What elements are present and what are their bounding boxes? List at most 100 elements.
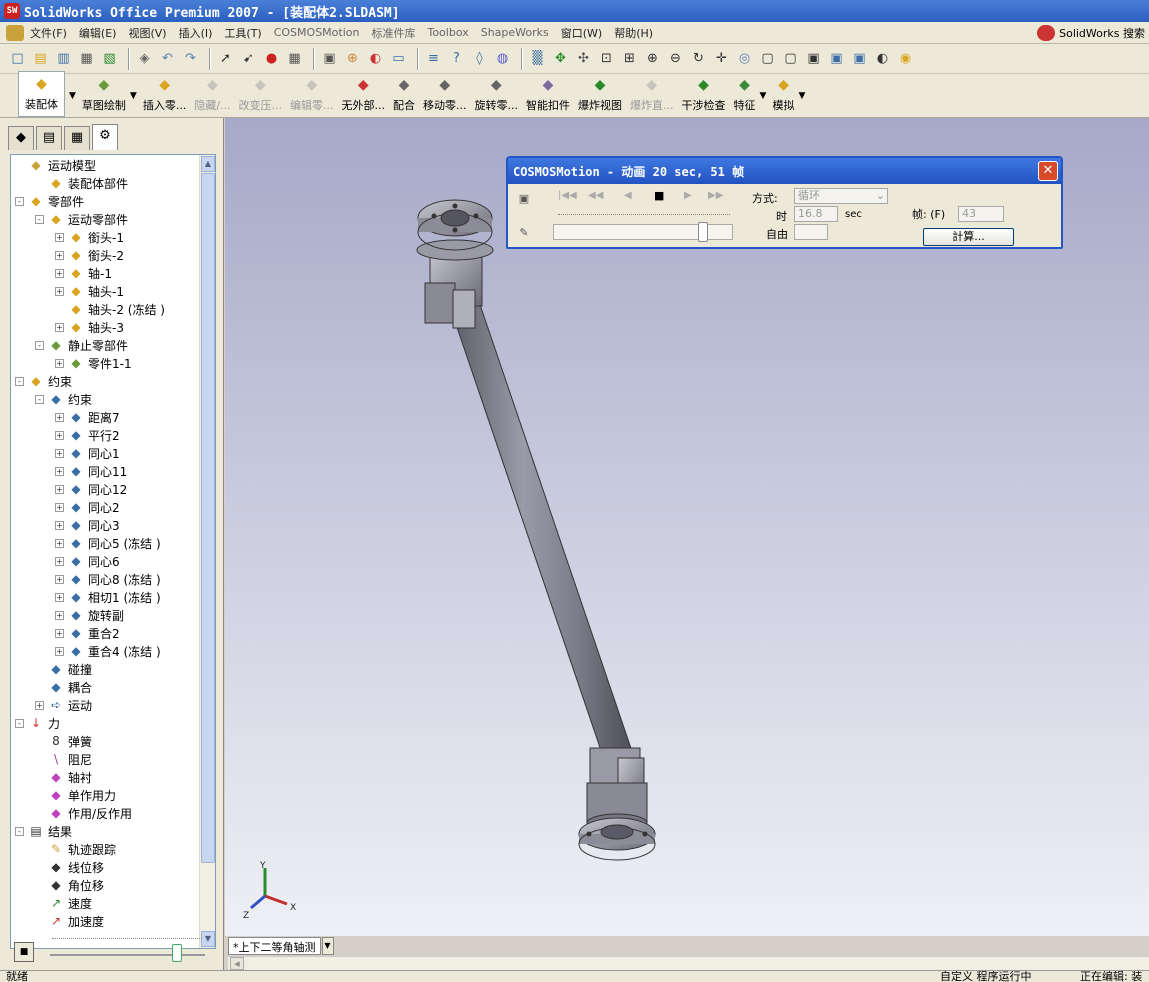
tree-item[interactable]: ◆ 作用/反作用	[35, 804, 132, 822]
scroll-up-button[interactable]: ▲	[201, 156, 215, 172]
stop-icon[interactable]: ■	[654, 189, 664, 202]
expand-icon[interactable]: +	[55, 520, 64, 530]
traffic-light-icon[interactable]: ●	[262, 49, 281, 68]
tree-item[interactable]: + ◆ 同心3	[55, 516, 120, 534]
expand-icon[interactable]: +	[55, 484, 64, 494]
expand-icon[interactable]: +	[55, 232, 64, 242]
zoom-area-icon[interactable]: ⊞	[620, 49, 639, 68]
chevron-down-icon[interactable]: ▼	[760, 91, 767, 101]
menu-item[interactable]: 工具(T)	[224, 25, 261, 41]
shaded-icon[interactable]: ▣	[827, 49, 846, 68]
front-view-icon[interactable]: ▢	[758, 49, 777, 68]
expand-icon[interactable]: +	[55, 538, 64, 548]
save-icon[interactable]: ▥	[54, 49, 73, 68]
expand-icon[interactable]: +	[55, 448, 64, 458]
slider-thumb[interactable]	[172, 944, 182, 962]
insert-part-command[interactable]: ◆ 插入零...	[143, 75, 187, 117]
zoom-in-icon[interactable]: ⊕	[643, 49, 662, 68]
tree-item[interactable]: ◆ 单作用力	[35, 786, 116, 804]
rewind-start-icon[interactable]: |◀◀	[558, 190, 577, 201]
tree-item[interactable]: + ◆ 零件1-1	[55, 354, 132, 372]
solidworks-menu-icon[interactable]	[6, 24, 24, 41]
frame-slider-thumb[interactable]	[698, 222, 708, 242]
free-field[interactable]	[794, 224, 828, 240]
bottom-universal-joint[interactable]	[578, 747, 656, 861]
expand-icon[interactable]: +	[35, 700, 44, 710]
tree-item[interactable]: + ◆ 重合2	[55, 624, 120, 642]
expand-icon[interactable]: +	[55, 502, 64, 512]
collapse-icon[interactable]: -	[15, 826, 24, 836]
collapse-icon[interactable]: -	[35, 340, 44, 350]
collapse-icon[interactable]: -	[15, 718, 24, 728]
list-icon[interactable]: ≡	[424, 49, 443, 68]
section-icon[interactable]: ▒	[528, 49, 547, 68]
view-settings-icon[interactable]: ▣	[320, 49, 339, 68]
tree-item[interactable]: + ◆ 平行2	[55, 426, 120, 444]
tree-item[interactable]: + ➪ 运动	[35, 696, 92, 714]
menu-item[interactable]: COSMOSMotion	[274, 26, 360, 39]
tree-item[interactable]: ◆ 装配体部件	[35, 174, 128, 192]
expand-icon[interactable]: +	[55, 358, 64, 368]
select-other-icon[interactable]: ➹	[239, 49, 258, 68]
menu-item[interactable]: 窗口(W)	[561, 25, 602, 41]
view-tab-label[interactable]: *上下二等角轴测	[228, 937, 321, 955]
change-command[interactable]: ◆ 改变压...	[239, 75, 283, 117]
close-button[interactable]: ✕	[1038, 161, 1058, 181]
play-icon[interactable]: ▶	[684, 190, 692, 201]
menu-item[interactable]: Toolbox	[427, 26, 468, 39]
tree-item[interactable]: + ◆ 同心1	[55, 444, 120, 462]
tree-item[interactable]: + ◆ 同心5 (冻结 )	[55, 534, 161, 552]
chevron-down-icon[interactable]: ▼	[130, 91, 137, 101]
calculate-button[interactable]: 計算...	[923, 228, 1014, 246]
menu-item[interactable]: 帮助(H)	[614, 25, 653, 41]
tree-item[interactable]: + ◆ 轴头-3	[55, 318, 124, 336]
expand-icon[interactable]: +	[55, 646, 64, 656]
time-field[interactable]: 16.8	[794, 206, 838, 222]
horizontal-scrollbar[interactable]: ◀	[228, 956, 1149, 970]
shaded-edges-icon[interactable]: ▣	[850, 49, 869, 68]
tree-item[interactable]: + ◆ 相切1 (冻结 )	[55, 588, 161, 606]
tree-item[interactable]: + ◆ 距离7	[55, 408, 120, 426]
new-icon[interactable]: □	[8, 49, 27, 68]
menu-item[interactable]: 标准件库	[371, 25, 415, 41]
expand-icon[interactable]: +	[55, 412, 64, 422]
search-icon[interactable]	[1037, 25, 1056, 41]
expand-icon[interactable]: +	[55, 610, 64, 620]
rotate-icon[interactable]: ↻	[689, 49, 708, 68]
view-tab-dropdown[interactable]: ▼	[321, 937, 334, 955]
move-part-command[interactable]: ◆ 移动零...	[423, 75, 467, 117]
assembly-command[interactable]: ◆ 装配体	[18, 71, 65, 117]
expand-icon[interactable]: +	[55, 430, 64, 440]
move-icon[interactable]: ✥	[551, 49, 570, 68]
feature-command[interactable]: ◆ 特征	[734, 75, 756, 117]
chevron-down-icon[interactable]: ▼	[798, 91, 805, 101]
zoom-icon[interactable]: ⊕	[343, 49, 362, 68]
tree-item[interactable]: - ◆ 约束	[35, 390, 92, 408]
tree-item[interactable]: + ◆ 同心6	[55, 552, 120, 570]
expand-icon[interactable]: +	[55, 286, 64, 296]
export-icon[interactable]: ▣	[517, 192, 531, 206]
tree-item[interactable]: - ↓ 力	[15, 714, 60, 732]
menu-item[interactable]: 插入(I)	[179, 25, 213, 41]
tree-item[interactable]: + ◆ 同心12	[55, 480, 127, 498]
fast-forward-icon[interactable]: ▶▶	[708, 190, 723, 201]
tree-item[interactable]: + ◆ 同心11	[55, 462, 127, 480]
solidworks-search[interactable]: SolidWorks 搜索	[1037, 24, 1145, 42]
tree-item[interactable]: + ◆ 轴头-1	[55, 282, 124, 300]
simulation-command[interactable]: ◆ 模拟	[772, 75, 794, 117]
tree-item[interactable]: ✎ 轨迹跟踪	[35, 840, 116, 858]
rotate-part-command[interactable]: ◆ 旋转零...	[475, 75, 519, 117]
no-external-command[interactable]: ◆ 无外部...	[342, 75, 386, 117]
tree-item[interactable]: ◆ 角位移	[35, 876, 104, 894]
tree-item[interactable]: ◆ 运动模型	[15, 156, 96, 174]
stop-button[interactable]: ■	[14, 942, 34, 962]
collapse-icon[interactable]: -	[35, 394, 44, 404]
shaft-tube[interactable]	[446, 289, 638, 775]
tree-item[interactable]: + ◆ 銜头-1	[55, 228, 124, 246]
print-icon[interactable]: ▦	[77, 49, 96, 68]
tree-item[interactable]: + ◆ 重合4 (冻结 )	[55, 642, 161, 660]
expand-icon[interactable]: +	[55, 466, 64, 476]
tree-item[interactable]: ↗ 速度	[35, 894, 92, 912]
rebuild-icon[interactable]: ▧	[100, 49, 119, 68]
tree-item[interactable]: ◆ 线位移	[35, 858, 104, 876]
